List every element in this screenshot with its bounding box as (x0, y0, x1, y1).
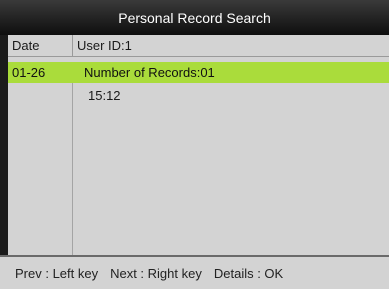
column-header-date: Date (8, 35, 73, 56)
record-time[interactable]: 15:12 (88, 85, 121, 105)
next-hint: Next : Right key (110, 265, 202, 281)
prev-hint: Prev : Left key (15, 265, 99, 281)
key-hint-bar: Prev : Left key Next : Right key Details… (0, 255, 389, 289)
column-header-user-id: User ID:1 (77, 38, 132, 53)
column-divider (72, 83, 73, 255)
details-hint: Details : OK (213, 265, 284, 281)
page-title: Personal Record Search (118, 9, 271, 26)
title-bar: Personal Record Search (0, 0, 389, 35)
table-header: Date User ID:1 (8, 35, 389, 57)
device-screen: Personal Record Search Date User ID:1 01… (0, 0, 389, 289)
record-date: 01-26 (12, 65, 46, 80)
selected-record-row[interactable]: 01-26 Number of Records:01 (8, 62, 389, 83)
record-panel: Date User ID:1 01-26 Number of Records:0… (8, 35, 389, 255)
record-count: Number of Records:01 (84, 65, 215, 80)
